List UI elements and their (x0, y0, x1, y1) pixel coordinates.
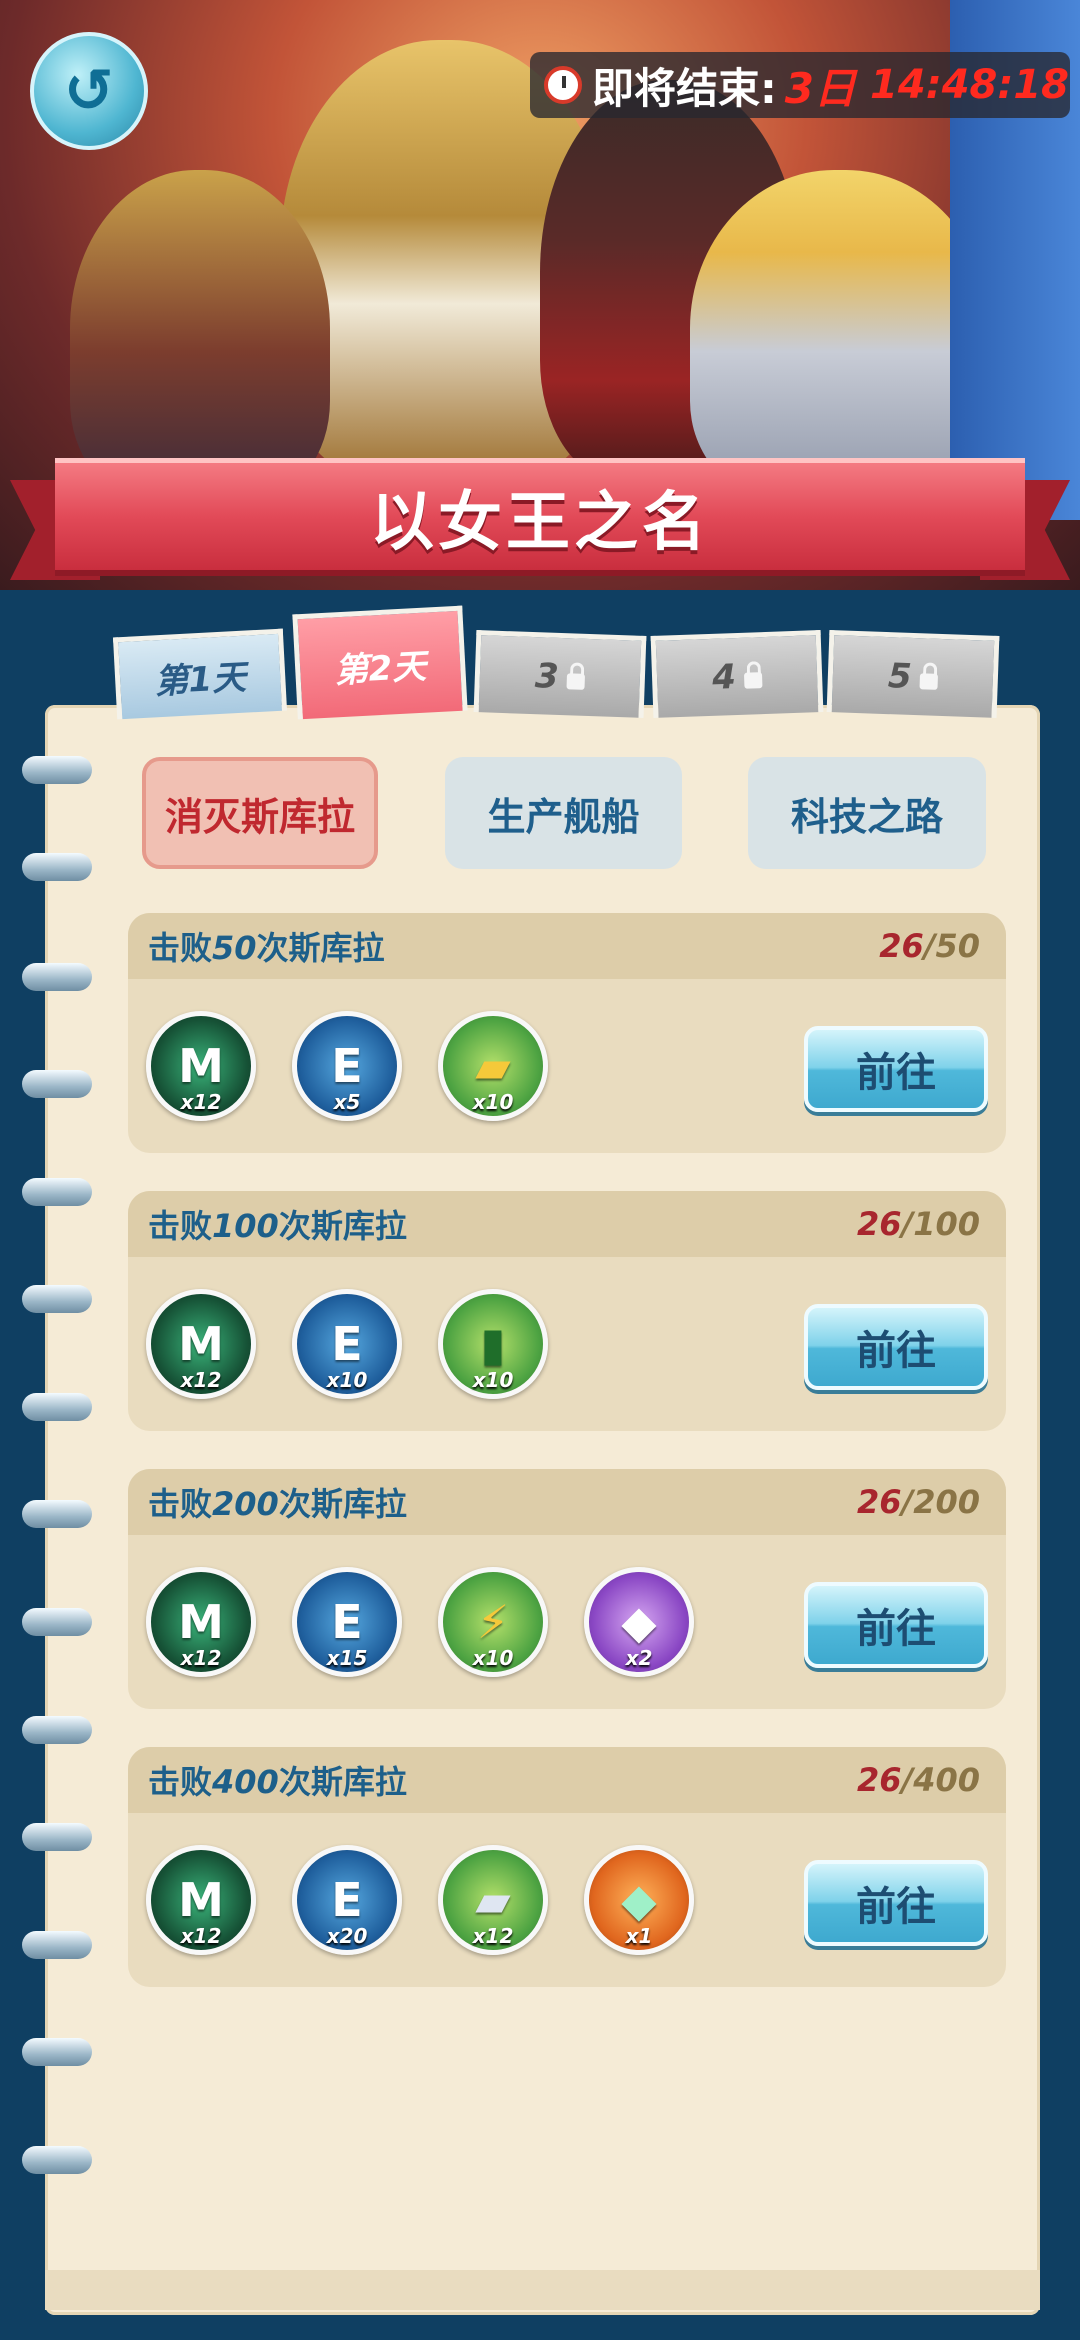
binder-ring (22, 963, 92, 991)
event-title: 以女王之名 (370, 485, 710, 560)
go-button[interactable]: 前往 (804, 1304, 988, 1390)
task-progress: 26/400 (856, 1761, 980, 1799)
binder-ring (22, 756, 92, 784)
binder-ring (22, 2146, 92, 2174)
category-destroy-scylla[interactable]: 消灭斯库拉 (142, 757, 378, 869)
tab-day-5[interactable]: 5 (826, 630, 1000, 718)
tab-day-3[interactable]: 3 (473, 630, 647, 718)
binder-ring (22, 1178, 92, 1206)
binder-ring (22, 1931, 92, 1959)
tab-label: 第2天 (333, 646, 428, 691)
task-card: 击败100次斯库拉 26/100 Mx12 Ex10 ▮ x10 前往 (128, 1191, 1006, 1431)
task-card: 击败50次斯库拉 26/50 Mx12 Ex5 ▰ x10 前往 (128, 913, 1006, 1153)
reward-list: Mx12 Ex20 ▰ x12 ◆ x1 (146, 1845, 694, 1955)
binder-ring (22, 1823, 92, 1851)
tab-day-4[interactable]: 4 (650, 630, 824, 718)
lock-icon (743, 671, 763, 689)
binder-ring (22, 1716, 92, 1744)
task-title: 击败50次斯库拉 (148, 929, 385, 967)
tab-label: 4 (711, 656, 737, 698)
task-progress: 26/50 (879, 927, 980, 965)
timer-time: 14:48:18 (870, 62, 1070, 108)
binder-ring (22, 1608, 92, 1636)
title-ribbon: 以女王之名 (10, 450, 1070, 585)
back-button[interactable]: ↺ (30, 32, 148, 150)
tab-label: 5 (887, 655, 913, 697)
binder-ring (22, 853, 92, 881)
power-cell-icon[interactable]: ⚡ x10 (438, 1567, 548, 1677)
category-tech-path[interactable]: 科技之路 (748, 757, 986, 869)
exp-book-icon[interactable]: Ex5 (292, 1011, 402, 1121)
category-produce-ships[interactable]: 生产舰船 (445, 757, 682, 869)
binder-ring (22, 1393, 92, 1421)
event-timer: 即将结束: 3日 14:48:18 (530, 52, 1070, 118)
reward-list: Mx12 Ex15 ⚡ x10 ◆ x2 (146, 1567, 694, 1677)
task-card: 击败400次斯库拉 26/400 Mx12 Ex20 ▰ x12 ◆ x1 前往 (128, 1747, 1006, 1987)
oil-barrel-icon[interactable]: ▮ x10 (438, 1289, 548, 1399)
medal-icon[interactable]: Mx12 (146, 1845, 256, 1955)
lock-icon (566, 672, 585, 690)
task-title: 击败100次斯库拉 (148, 1207, 407, 1245)
task-card: 击败200次斯库拉 26/200 Mx12 Ex15 ⚡ x10 ◆ x2 前往 (128, 1469, 1006, 1709)
task-title: 击败400次斯库拉 (148, 1763, 407, 1801)
go-button[interactable]: 前往 (804, 1582, 988, 1668)
lock-icon (919, 672, 938, 690)
exp-book-icon[interactable]: Ex15 (292, 1567, 402, 1677)
reward-list: Mx12 Ex10 ▮ x10 (146, 1289, 548, 1399)
exp-book-icon[interactable]: Ex20 (292, 1845, 402, 1955)
task-title: 击败200次斯库拉 (148, 1485, 407, 1523)
gold-bars-icon[interactable]: ▰ x10 (438, 1011, 548, 1121)
task-progress: 26/100 (856, 1205, 980, 1243)
purple-capsule-icon[interactable]: ◆ x2 (584, 1567, 694, 1677)
timer-days: 3日 (784, 63, 857, 113)
binder-ring (22, 1070, 92, 1098)
task-progress: 26/200 (856, 1483, 980, 1521)
clock-icon (544, 66, 582, 104)
reward-list: Mx12 Ex5 ▰ x10 (146, 1011, 548, 1121)
timer-label: 即将结束: (592, 63, 777, 113)
exp-book-icon[interactable]: Ex10 (292, 1289, 402, 1399)
medal-icon[interactable]: Mx12 (146, 1289, 256, 1399)
green-capsule-icon[interactable]: ◆ x1 (584, 1845, 694, 1955)
go-button[interactable]: 前往 (804, 1026, 988, 1112)
binder-ring (22, 1500, 92, 1528)
tab-label: 3 (534, 655, 560, 697)
tab-day-2[interactable]: 第2天 (292, 605, 468, 720)
medal-icon[interactable]: Mx12 (146, 1567, 256, 1677)
back-arrow-icon: ↺ (63, 56, 115, 126)
go-button[interactable]: 前往 (804, 1860, 988, 1946)
steel-ingots-icon[interactable]: ▰ x12 (438, 1845, 548, 1955)
tab-day-1[interactable]: 第1天 (112, 628, 288, 720)
tab-label: 第1天 (153, 657, 248, 703)
binder-ring (22, 1285, 92, 1313)
medal-icon[interactable]: Mx12 (146, 1011, 256, 1121)
binder-ring (22, 2038, 92, 2066)
